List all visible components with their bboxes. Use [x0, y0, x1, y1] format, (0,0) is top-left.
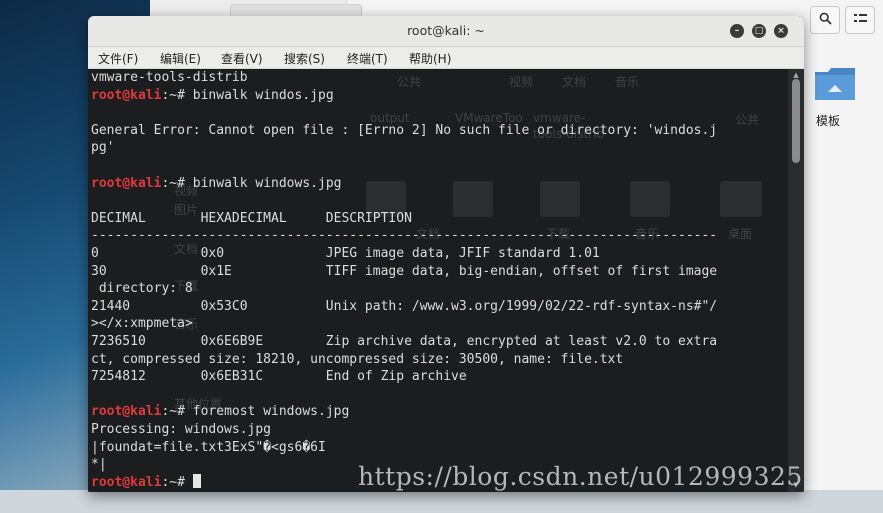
terminal-screen[interactable]: 公共 视频 文档 音乐 output VMwareToo vmware- 公共 …	[88, 69, 788, 492]
scrollbar-thumb[interactable]	[792, 79, 800, 163]
prompt-user-host: root@kali	[91, 404, 162, 420]
terminal-menubar: 文件(F) 编辑(E) 查看(V) 搜索(S) 终端(T) 帮助(H)	[88, 47, 804, 69]
terminal-command-line: root@kali:~# binwalk windows.jpg	[91, 175, 341, 193]
view-menu-button[interactable]	[845, 6, 875, 34]
terminal-window[interactable]: root@kali: ~ – □ × 文件(F) 编辑(E) 查看(V) 搜索(…	[88, 16, 804, 492]
menu-edit[interactable]: 编辑(E)	[160, 50, 201, 67]
terminal-command-line: root@kali:~#	[91, 473, 201, 492]
window-title: root@kali: ~	[407, 23, 485, 38]
menu-file[interactable]: 文件(F)	[98, 50, 138, 67]
terminal-line: pg'	[91, 140, 115, 156]
ghost-folder-icon	[453, 181, 493, 217]
table-row-wrap: ct, compressed size: 18210, uncompressed…	[91, 351, 624, 367]
folder-icon[interactable]	[814, 66, 856, 102]
search-icon	[819, 12, 832, 29]
menu-terminal[interactable]: 终端(T)	[347, 50, 388, 67]
prompt-user-host: root@kali	[91, 87, 162, 103]
terminal-line: *|	[91, 457, 107, 473]
prompt-path: :~#	[161, 175, 193, 191]
ghost-folder-label: 音乐	[615, 75, 640, 89]
command-text: binwalk windows.jpg	[192, 175, 342, 191]
table-row: 21440 0x53C0 Unix path: /www.w3.org/1999…	[91, 298, 718, 314]
watermark: https://blog.csdn.net/u012999325	[358, 462, 803, 491]
desktop-bottom-strip	[0, 490, 883, 513]
minimize-icon: –	[734, 26, 740, 36]
text-cursor	[192, 473, 201, 488]
ghost-folder-icon	[540, 181, 580, 217]
folder-label-templates[interactable]: 模板	[816, 112, 840, 129]
ghost-folder-label: 公共	[735, 113, 760, 127]
terminal-command-line: root@kali:~# binwalk windos.jpg	[91, 87, 334, 105]
table-row-wrap: ></x:xmpmeta>	[91, 316, 193, 332]
table-row: 7236510 0x6E6B9E Zip archive data, encry…	[91, 334, 718, 349]
search-button[interactable]	[810, 6, 840, 34]
terminal-line: |foundat=file.txt3ExS"�<gs6�6I	[91, 439, 326, 455]
ghost-folder-icon	[630, 181, 670, 217]
ghost-grid-label: 桌面	[728, 227, 753, 241]
terminal-command-line: root@kali:~# foremost windows.jpg	[91, 403, 349, 421]
close-icon: ×	[777, 26, 785, 36]
minimize-button[interactable]: –	[730, 24, 744, 38]
command-text: foremost windows.jpg	[192, 404, 350, 420]
prompt-path: :~#	[161, 404, 193, 420]
table-divider: ----------------------------------------…	[91, 228, 718, 244]
terminal-line: vmware-tools-distrib	[91, 70, 248, 85]
table-header: DECIMAL HEXADECIMAL DESCRIPTION	[91, 210, 412, 226]
command-text: binwalk windos.jpg	[192, 87, 334, 103]
terminal-line: Processing: windows.jpg	[91, 422, 272, 437]
table-row: 7254812 0x6EB31C End of Zip archive	[91, 369, 467, 385]
ghost-folder-label: 文档	[562, 75, 587, 89]
table-row: 30 0x1E TIFF image data, big-endian, off…	[91, 263, 718, 279]
prompt-user-host: root@kali	[91, 474, 162, 490]
maximize-button[interactable]: □	[752, 24, 766, 38]
ghost-folder-icon	[720, 181, 762, 217]
table-row-wrap: directory: 8	[91, 281, 193, 297]
maximize-icon: □	[754, 26, 764, 36]
terminal-titlebar[interactable]: root@kali: ~ – □ ×	[88, 16, 804, 47]
prompt-path: :~#	[161, 474, 193, 490]
ghost-folder-label: 公共	[397, 75, 422, 89]
menu-help[interactable]: 帮助(H)	[409, 50, 451, 67]
menu-view[interactable]: 查看(V)	[221, 50, 263, 67]
table-row: 0 0x0 JPEG image data, JFIF standard 1.0…	[91, 246, 600, 261]
terminal-line: General Error: Cannot open file : [Errno…	[91, 122, 718, 138]
ghost-folder-label: 视频	[509, 75, 534, 89]
view-menu-icon	[853, 13, 867, 28]
prompt-user-host: root@kali	[91, 175, 162, 191]
menu-search[interactable]: 搜索(S)	[284, 50, 325, 67]
terminal-scrollbar[interactable]: ▲ ▼	[788, 69, 804, 492]
close-button[interactable]: ×	[774, 24, 788, 38]
scroll-up-arrow-icon[interactable]: ▲	[791, 71, 801, 79]
prompt-path: :~#	[161, 87, 193, 103]
